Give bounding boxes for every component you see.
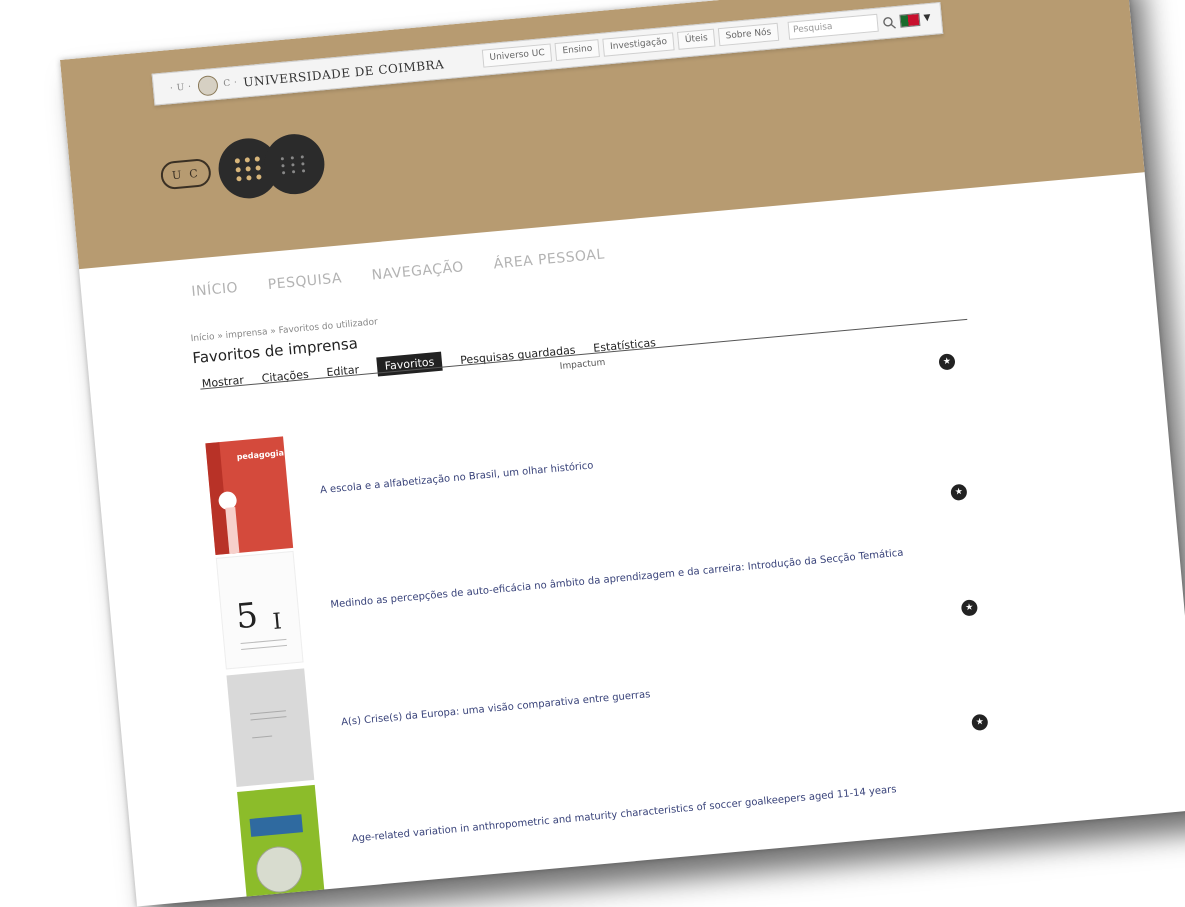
item-title-link[interactable]: Medindo as percepções de auto-eficácia n… [330, 548, 904, 611]
nav-inicio[interactable]: INÍCIO [191, 280, 239, 300]
dots-grey-icon [280, 154, 308, 174]
main-nav: INÍCIO PESQUISA NAVEGAÇÃO ÁREA PESSOAL [191, 246, 605, 300]
section-label: Impactum [559, 357, 606, 372]
digital-library-logo[interactable] [216, 131, 328, 201]
cover-label: pedagogia [236, 448, 285, 462]
tab-estatisticas[interactable]: Estatísticas [593, 334, 657, 357]
tab-mostrar[interactable]: Mostrar [201, 372, 244, 393]
nav-universo-uc[interactable]: Universo UC [481, 43, 553, 68]
nav-area-pessoal[interactable]: ÁREA PESSOAL [493, 246, 605, 272]
search-icon[interactable] [881, 14, 896, 29]
cover-image[interactable] [226, 668, 315, 787]
star-icon[interactable]: ★ [950, 483, 968, 502]
tab-citacoes[interactable]: Citações [261, 366, 309, 387]
star-icon[interactable]: ★ [960, 599, 979, 617]
dots-icon [234, 155, 263, 181]
uc-mark[interactable]: UC [159, 157, 213, 191]
star-icon[interactable]: ★ [971, 713, 989, 732]
tab-editar[interactable]: Editar [326, 361, 360, 381]
item-title-link[interactable]: A escola e a alfabetização no Brasil, um… [320, 460, 594, 496]
nav-pesquisa[interactable]: PESQUISA [267, 270, 342, 293]
nav-investigacao[interactable]: Investigação [602, 32, 675, 57]
nav-uteis[interactable]: Úteis [677, 28, 716, 50]
page-screenshot: · U · C · UNIVERSIDADE DE COIMBRA Univer… [60, 0, 1185, 907]
tab-favoritos[interactable]: Favoritos [375, 351, 444, 377]
brand-sep: C · [222, 78, 238, 90]
cover-image[interactable]: 5 I [215, 550, 304, 670]
star-icon[interactable]: ★ [938, 353, 956, 371]
item-title-link[interactable]: Age-related variation in anthropometric … [351, 784, 897, 845]
nav-navegacao[interactable]: NAVEGAÇÃO [371, 259, 464, 283]
brand-prefix: · U · [169, 82, 192, 95]
cover-image[interactable] [237, 784, 325, 904]
item-title-link[interactable]: A(s) Crise(s) da Europa: uma visão compa… [341, 689, 651, 728]
search-input[interactable]: Pesquisa [787, 13, 879, 40]
seal-icon [196, 74, 219, 97]
cover-label: 5 [234, 595, 260, 638]
flag-pt-icon[interactable] [899, 12, 921, 28]
nav-ensino[interactable]: Ensino [554, 39, 601, 62]
cover-image[interactable]: pedagogia [205, 436, 294, 555]
nav-sobre-nos[interactable]: Sobre Nós [717, 22, 780, 47]
chevron-down-icon[interactable]: ▼ [923, 13, 931, 24]
